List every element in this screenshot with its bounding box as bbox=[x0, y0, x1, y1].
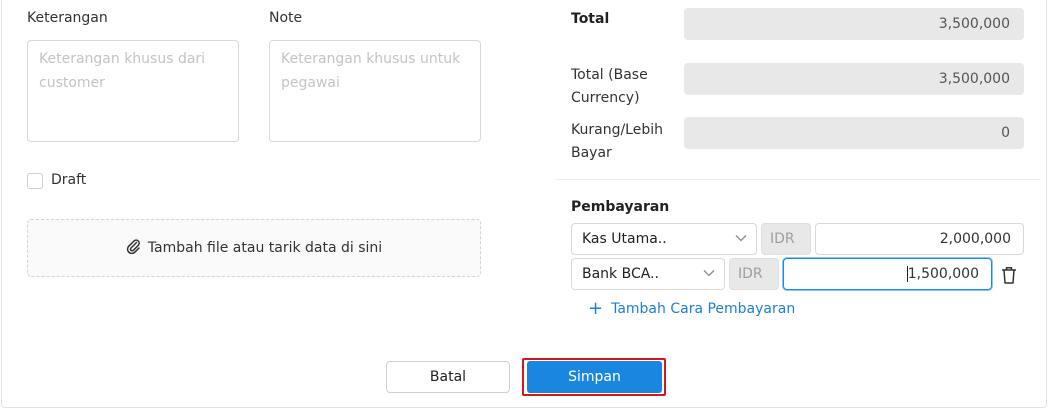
paperclip-icon bbox=[126, 238, 140, 258]
draft-checkbox[interactable] bbox=[27, 173, 43, 189]
payment-amount-value-2: 1,500,000 bbox=[907, 266, 979, 282]
keterangan-placeholder-line1: Keterangan khusus dari bbox=[39, 51, 206, 67]
keterangan-label: Keterangan bbox=[27, 10, 108, 26]
payment-method-value-1: Kas Utama.. bbox=[582, 231, 667, 247]
note-label: Note bbox=[269, 10, 303, 26]
cancel-button[interactable]: Batal bbox=[386, 361, 510, 393]
currency-field-1: IDR bbox=[761, 223, 811, 255]
note-placeholder-line2: pegawai bbox=[281, 75, 340, 91]
total-base-label-line1: Total (Base bbox=[571, 67, 648, 83]
total-base-label: Total (Base Currency) bbox=[571, 64, 648, 110]
add-payment-label: Tambah Cara Pembayaran bbox=[611, 301, 796, 317]
currency-field-2: IDR bbox=[729, 258, 779, 290]
upload-text: Tambah file atau tarik data di sini bbox=[147, 240, 383, 256]
keterangan-placeholder-line2: customer bbox=[39, 75, 105, 91]
payment-method-value-2: Bank BCA.. bbox=[582, 266, 659, 282]
kurang-lebih-value: 0 bbox=[684, 117, 1024, 149]
payment-amount-input-2[interactable]: 1,500,000 bbox=[783, 258, 992, 290]
save-button[interactable]: Simpan bbox=[527, 361, 662, 393]
kurang-label-line1: Kurang/Lebih bbox=[571, 122, 663, 138]
note-textarea[interactable]: Keterangan khusus untuk pegawai bbox=[269, 40, 481, 142]
payment-title: Pembayaran bbox=[571, 199, 670, 215]
kurang-lebih-label: Kurang/Lebih Bayar bbox=[571, 119, 663, 165]
keterangan-textarea[interactable]: Keterangan khusus dari customer bbox=[27, 40, 239, 142]
payment-amount-input-1[interactable]: 2,000,000 bbox=[815, 223, 1024, 255]
total-label: Total bbox=[571, 11, 610, 27]
total-value: 3,500,000 bbox=[684, 8, 1024, 40]
add-payment-method-link[interactable]: + Tambah Cara Pembayaran bbox=[588, 299, 795, 319]
total-base-value: 3,500,000 bbox=[684, 63, 1024, 95]
payment-method-select-2[interactable]: Bank BCA.. bbox=[571, 258, 725, 290]
plus-icon: + bbox=[588, 298, 604, 319]
chevron-down-icon bbox=[703, 270, 715, 277]
note-placeholder-line1: Keterangan khusus untuk bbox=[281, 51, 461, 67]
kurang-label-line2: Bayar bbox=[571, 145, 612, 161]
chevron-down-icon bbox=[735, 235, 747, 242]
payment-method-select-1[interactable]: Kas Utama.. bbox=[571, 223, 757, 255]
draft-label: Draft bbox=[51, 172, 87, 188]
trash-icon[interactable] bbox=[1000, 265, 1018, 285]
section-divider bbox=[555, 179, 1040, 180]
file-upload-dropzone[interactable]: Tambah file atau tarik data di sini bbox=[27, 219, 481, 277]
total-base-label-line2: Currency) bbox=[571, 90, 640, 106]
